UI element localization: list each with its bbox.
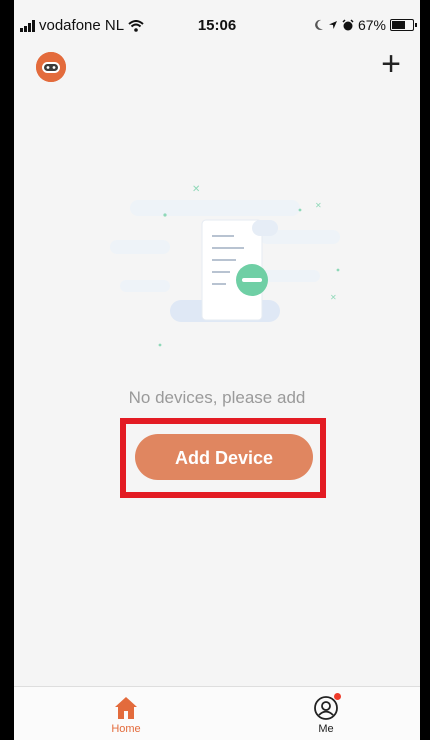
robot-avatar-icon[interactable] — [36, 52, 66, 82]
tab-home-label: Home — [111, 723, 141, 735]
empty-state-message: No devices, please add — [128, 388, 306, 407]
battery-icon — [390, 19, 417, 31]
location-icon — [328, 21, 337, 29]
svg-text:✕: ✕ — [315, 201, 322, 210]
add-device-plus-button[interactable]: + — [376, 47, 406, 81]
svg-text:✕: ✕ — [192, 184, 200, 195]
battery-percent: 67% — [357, 17, 386, 33]
empty-document-icon: ✕ ✕ ✕ — [110, 184, 340, 347]
status-bar: vodafone NL 15:06 67% — [14, 0, 420, 44]
tab-me[interactable]: Me — [286, 687, 366, 740]
svg-text:✕: ✕ — [330, 293, 337, 302]
status-right: 67% — [314, 17, 417, 33]
tab-me-label: Me — [318, 723, 334, 735]
alarm-icon — [342, 19, 354, 31]
add-device-button[interactable]: Add Device — [135, 434, 313, 480]
tab-home[interactable]: Home — [86, 687, 166, 740]
profile-icon — [313, 693, 341, 721]
home-icon — [113, 695, 139, 721]
notification-badge — [334, 693, 341, 700]
moon-icon — [315, 19, 323, 30]
phone-screen: vodafone NL 15:06 67% + ✕ ✕ ✕ No devices… — [14, 0, 420, 740]
tab-bar: Home Me — [14, 686, 420, 740]
